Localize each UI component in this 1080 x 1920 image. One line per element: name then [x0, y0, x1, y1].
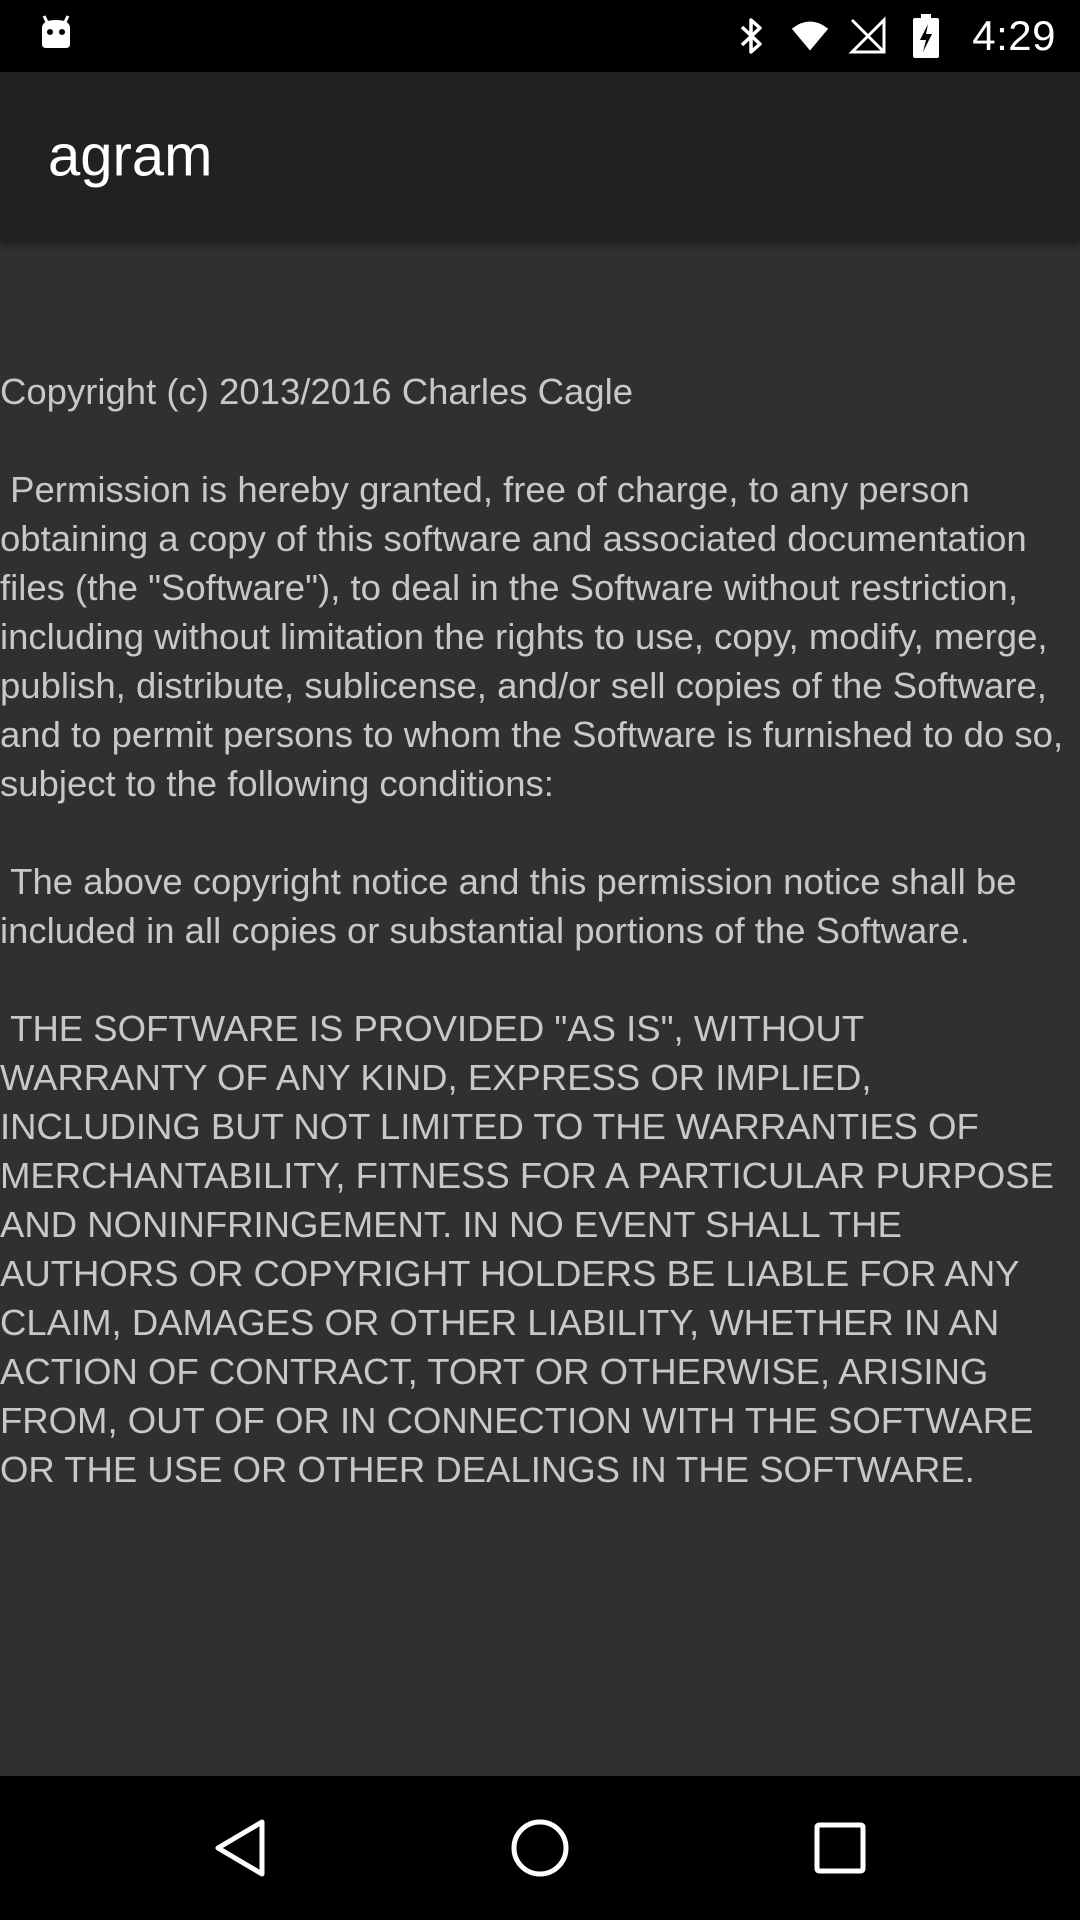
back-icon	[215, 1819, 265, 1877]
recents-icon	[814, 1822, 866, 1874]
back-button[interactable]	[140, 1776, 340, 1920]
navigation-bar	[0, 1776, 1080, 1920]
license-content[interactable]: Copyright (c) 2013/2016 Charles Cagle Pe…	[0, 240, 1080, 1776]
no-sim-icon	[848, 16, 888, 56]
home-button[interactable]	[440, 1776, 640, 1920]
status-icons: 4:29	[732, 0, 1056, 72]
status-bar: 4:29	[0, 0, 1080, 72]
home-icon	[511, 1819, 569, 1877]
wifi-icon	[790, 16, 830, 56]
battery-charging-icon	[906, 14, 946, 58]
license-text: Copyright (c) 2013/2016 Charles Cagle Pe…	[0, 371, 1064, 1490]
android-debug-icon	[36, 14, 76, 54]
screen: 4:29 agram Copyright (c) 2013/2016 Charl…	[0, 0, 1080, 1920]
app-bar: agram	[0, 72, 1080, 240]
app-title: agram	[48, 123, 213, 189]
status-time: 4:29	[972, 12, 1056, 59]
bluetooth-icon	[732, 16, 772, 56]
recents-button[interactable]	[740, 1776, 940, 1920]
